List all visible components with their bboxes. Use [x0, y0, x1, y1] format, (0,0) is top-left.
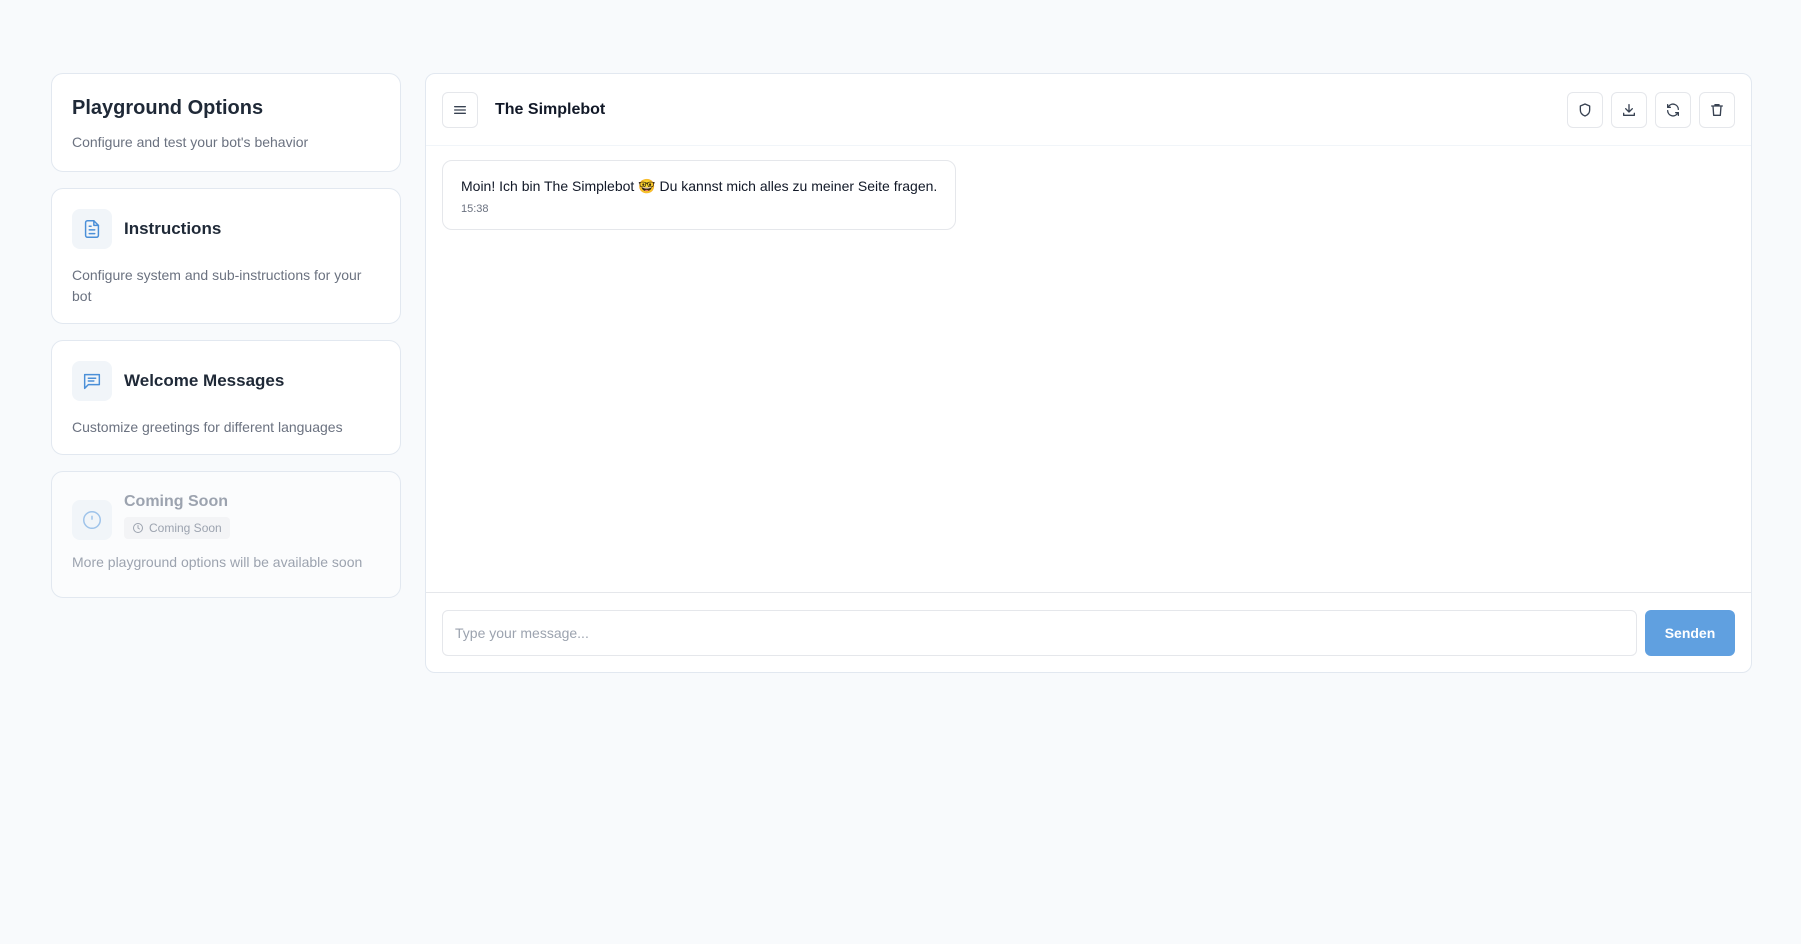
option-title: Welcome Messages: [124, 371, 285, 390]
download-button[interactable]: [1611, 91, 1647, 128]
chat-title: The Simplebot: [495, 100, 606, 118]
option-instructions[interactable]: Instructions Configure system and sub-in…: [51, 188, 401, 324]
option-description: More playground options will be availabl…: [72, 554, 363, 570]
menu-icon: [454, 105, 466, 114]
message-input[interactable]: [442, 609, 1637, 656]
bot-message: Moin! Ich bin The Simplebot 🤓 Du kannst …: [442, 160, 957, 230]
playground-title: Playground Options: [72, 97, 264, 119]
message-time: 15:38: [461, 203, 489, 215]
message-list: Moin! Ich bin The Simplebot 🤓 Du kannst …: [426, 146, 1751, 592]
playground-subtitle: Configure and test your bot's behavior: [72, 134, 309, 150]
shield-icon: [1579, 102, 1591, 117]
chat-input-bar: Senden: [426, 592, 1751, 672]
option-description: Customize greetings for different langua…: [72, 419, 343, 435]
trash-icon: [1711, 103, 1723, 116]
option-welcome-messages[interactable]: Welcome Messages Customize greetings for…: [51, 340, 401, 455]
document-icon: [72, 209, 112, 249]
playground-options-card: Playground Options Configure and test yo…: [51, 73, 401, 172]
clock-icon: [72, 500, 112, 540]
message-icon: [72, 361, 112, 401]
chat-actions: [1567, 91, 1735, 128]
message-text: Moin! Ich bin The Simplebot 🤓 Du kannst …: [461, 178, 938, 194]
refresh-icon: [1667, 102, 1679, 117]
refresh-button[interactable]: [1655, 91, 1691, 128]
option-coming-soon: Coming Soon Coming Soon More playground …: [51, 471, 401, 598]
send-button[interactable]: Senden: [1645, 609, 1735, 656]
clock-icon: [133, 523, 143, 533]
badge-label: Coming Soon: [149, 521, 222, 535]
option-title: Instructions: [124, 219, 222, 238]
option-description: Configure system and sub-instructions fo…: [72, 267, 362, 304]
chat-header: The Simplebot: [426, 74, 1751, 146]
playground-page: Playground Options Configure and test yo…: [0, 0, 1801, 944]
delete-button[interactable]: [1699, 91, 1735, 128]
shield-button[interactable]: [1567, 91, 1603, 128]
chat-panel: The Simplebot Moin! Ich bin The Simplebo…: [425, 73, 1752, 673]
option-title: Coming Soon: [124, 493, 228, 510]
menu-button[interactable]: [442, 91, 478, 128]
download-icon: [1623, 103, 1635, 116]
coming-soon-badge: Coming Soon: [124, 517, 230, 539]
playground-sidebar: Playground Options Configure and test yo…: [51, 73, 401, 598]
